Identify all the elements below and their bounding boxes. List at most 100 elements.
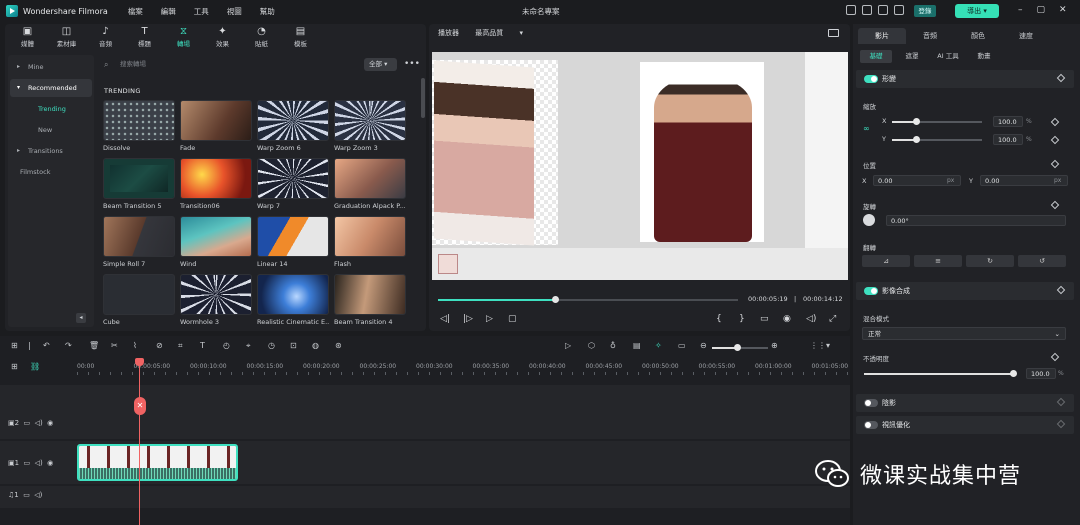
tab-speed[interactable]: 速度 <box>1002 28 1050 44</box>
zoom-slider[interactable] <box>712 344 768 351</box>
transition-card[interactable]: Cube <box>103 274 175 326</box>
grid-icon[interactable]: ⋮⋮ <box>810 341 826 350</box>
tab-audio[interactable]: ♪ 音頻 <box>86 26 125 48</box>
scale-x-input[interactable]: 100.0 <box>993 116 1023 127</box>
slider-knob[interactable] <box>1010 370 1017 377</box>
play-icon[interactable]: ▷ <box>486 314 493 324</box>
tab-stickers[interactable]: ◔ 貼紙 <box>242 26 281 48</box>
cloud-icon[interactable] <box>878 5 888 15</box>
fullscreen-icon[interactable]: ⤢ <box>829 314 836 324</box>
device-icon[interactable] <box>862 5 872 15</box>
tag-icon[interactable]: ⊘ <box>156 341 163 350</box>
scrollbar[interactable] <box>421 78 425 118</box>
keyframe-icon[interactable] <box>1056 419 1066 429</box>
login-button[interactable]: 登錄 <box>914 5 936 17</box>
more-options-icon[interactable]: ••• <box>404 59 420 69</box>
keyframe-icon[interactable] <box>1056 397 1066 407</box>
tab-effects[interactable]: ✦ 效果 <box>203 26 242 48</box>
transition-card[interactable]: Fade <box>180 100 252 152</box>
mark-in-icon[interactable]: { <box>716 314 722 324</box>
auto-reframe-icon[interactable]: ⌖ <box>246 341 251 351</box>
text-icon[interactable]: T <box>200 341 205 350</box>
sidebar-item-new[interactable]: New <box>10 121 92 139</box>
tab-audio-props[interactable]: 音頻 <box>906 28 954 44</box>
zoom-in-icon[interactable]: ⊕ <box>771 341 778 350</box>
filter-dropdown[interactable]: 全部 ▾ <box>364 58 397 71</box>
shield-icon[interactable]: ⬡ <box>588 341 595 350</box>
transition-card[interactable]: Linear 14 <box>257 216 329 268</box>
rotate-dial-icon[interactable] <box>863 214 875 226</box>
collapse-sidebar-icon[interactable]: ◂ <box>76 313 86 323</box>
tab-templates[interactable]: ▤ 模板 <box>281 26 320 48</box>
sidebar-item-transitions[interactable]: ▸ Transitions <box>10 142 92 160</box>
transition-card[interactable]: Beam Transition 5 <box>103 158 175 210</box>
add-track-icon[interactable]: ⊞ <box>11 362 18 371</box>
crop-icon[interactable]: ⌗ <box>178 341 183 351</box>
scale-x-slider[interactable] <box>892 118 982 125</box>
sidebar-item-mine[interactable]: ▸ Mine <box>10 58 92 76</box>
quality-dropdown[interactable]: 最高品質 ▾ <box>475 29 523 37</box>
mark-out-icon[interactable]: } <box>739 314 745 324</box>
voiceover-icon[interactable]: ▤ <box>633 341 641 350</box>
transition-card[interactable]: Realistic Cinematic E... <box>257 274 329 326</box>
keyframe-icon[interactable] <box>1056 73 1066 83</box>
transition-card[interactable]: Flash <box>334 216 406 268</box>
sidebar-item-trending[interactable]: Trending <box>10 100 92 118</box>
subtab-basic[interactable]: 基礎 <box>860 50 892 63</box>
link-icon[interactable]: ∞ <box>863 124 870 133</box>
tab-media[interactable]: ▣ 媒體 <box>8 26 47 48</box>
camera-icon[interactable]: ◉ <box>783 314 791 324</box>
preview-canvas[interactable] <box>432 52 848 280</box>
captions-icon[interactable]: ▭ <box>678 341 686 350</box>
prev-frame-icon[interactable]: ◁| <box>440 314 450 324</box>
transition-card[interactable]: Warp Zoom 3 <box>334 100 406 152</box>
slider-knob[interactable] <box>913 136 920 143</box>
chevron-down-icon[interactable]: ▾ <box>826 341 830 350</box>
redo-icon[interactable]: ↷ <box>65 341 72 350</box>
subtab-ai-tools[interactable]: AI 工具 <box>932 50 964 63</box>
minimize-icon[interactable]: – <box>1018 5 1023 15</box>
transition-card[interactable]: Warp 7 <box>257 158 329 210</box>
subtab-animation[interactable]: 動畫 <box>968 50 1000 63</box>
save-icon[interactable] <box>846 5 856 15</box>
menu-help[interactable]: 幫助 <box>260 6 275 17</box>
display-icon[interactable]: ▭ <box>760 314 769 324</box>
strip-thumb[interactable] <box>438 254 458 274</box>
tab-color[interactable]: 顏色 <box>954 28 1002 44</box>
microphone-icon[interactable]: ♁ <box>610 341 616 350</box>
subtab-mask[interactable]: 遮罩 <box>896 50 928 63</box>
scale-y-slider[interactable] <box>892 136 982 143</box>
menu-view[interactable]: 視圖 <box>227 6 242 17</box>
transition-card[interactable]: Transition06 <box>180 158 252 210</box>
auto-enhance-toggle[interactable] <box>864 421 878 429</box>
tab-titles[interactable]: T 標題 <box>125 26 164 48</box>
effects-panel-icon[interactable]: ⊛ <box>335 341 342 350</box>
transition-card[interactable]: Graduation Alpack P... <box>334 158 406 210</box>
transform-toggle[interactable] <box>864 75 878 83</box>
split-marker[interactable]: ✕ <box>134 397 146 415</box>
zoom-out-icon[interactable]: ⊖ <box>700 341 707 350</box>
fit-icon[interactable]: ⊡ <box>290 341 297 350</box>
transition-card[interactable]: Beam Transition 4 <box>334 274 406 326</box>
stop-icon[interactable]: ▢ <box>508 314 517 324</box>
slider-knob[interactable] <box>913 118 920 125</box>
volume-icon[interactable]: ◁) <box>806 314 816 324</box>
compositing-toggle[interactable] <box>864 287 878 295</box>
close-icon[interactable]: ✕ <box>1059 5 1067 15</box>
tab-video[interactable]: 影片 <box>858 28 906 44</box>
playback-progress[interactable] <box>438 296 738 303</box>
gift-icon[interactable] <box>894 5 904 15</box>
menu-file[interactable]: 檔案 <box>128 6 143 17</box>
link-track-icon[interactable]: ⛓ <box>30 362 40 371</box>
speed-icon[interactable]: ◴ <box>223 341 230 350</box>
audio-detach-icon[interactable]: ⌇ <box>133 341 137 350</box>
render-icon[interactable]: ▷ <box>565 341 571 350</box>
keyframe-icon[interactable] <box>1056 285 1066 295</box>
snap-icon[interactable]: ✧ <box>655 341 662 350</box>
export-button[interactable]: 導出 ▾ <box>955 4 999 18</box>
opacity-slider[interactable] <box>864 370 1017 377</box>
video-clip[interactable] <box>77 444 238 481</box>
transition-card[interactable]: Wormhole 3 <box>180 274 252 326</box>
maximize-icon[interactable]: ▢ <box>1037 5 1046 15</box>
search-input[interactable]: 搜索轉場 <box>100 58 360 71</box>
